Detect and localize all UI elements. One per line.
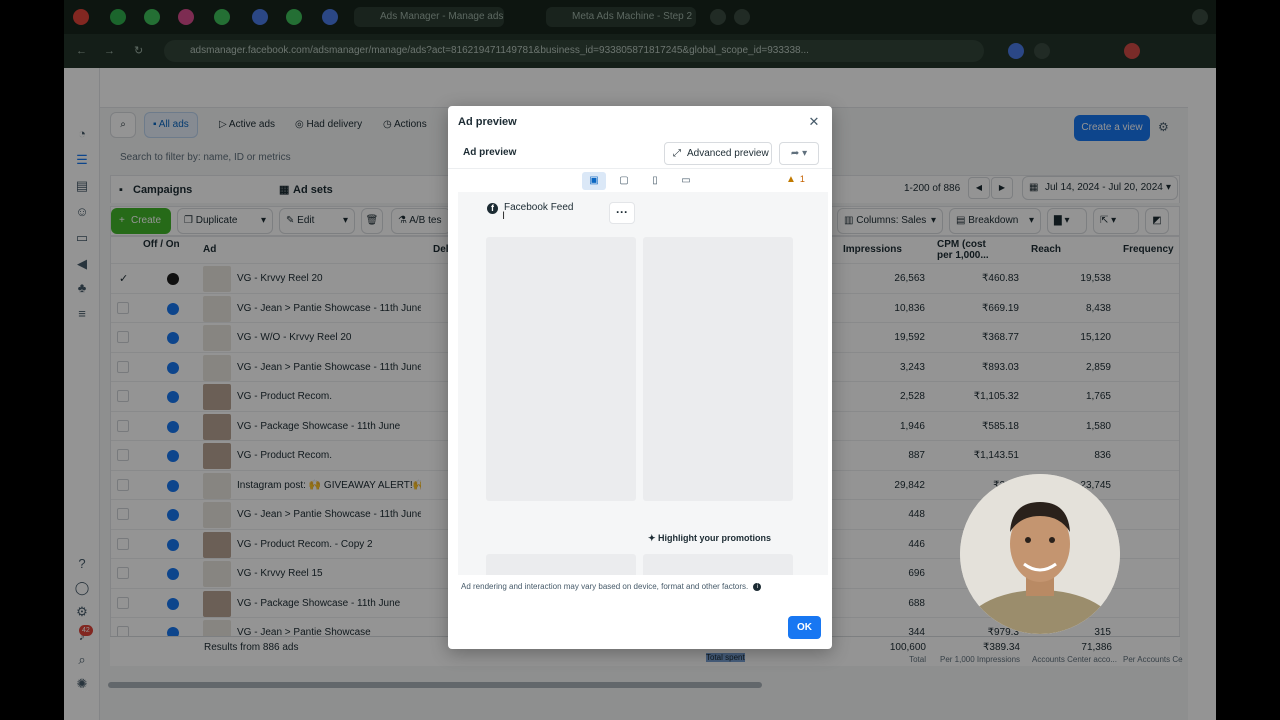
warning-count: 1 <box>799 174 805 184</box>
expand-icon: ⤢ <box>673 148 681 159</box>
all-placements-icon[interactable]: ▣ <box>582 172 606 190</box>
ok-button[interactable]: OK <box>788 616 821 639</box>
more-icon: ··· <box>616 205 628 219</box>
share-button[interactable]: ➦ ▾ <box>779 142 819 165</box>
screen-border <box>1216 0 1280 720</box>
rendering-disclaimer: Ad rendering and interaction may vary ba… <box>461 582 762 591</box>
sparkle-icon: ✦ <box>648 533 659 543</box>
preview-placeholder-right <box>643 237 793 501</box>
modal-title: Ad preview <box>458 116 517 128</box>
ad-preview-modal: Ad preview ✕ Ad preview ⤢ Advanced previe… <box>448 106 832 649</box>
warning-indicator[interactable]: ▲ 1 <box>786 174 805 185</box>
preview-placeholder-right-2 <box>643 554 793 575</box>
facebook-icon: f <box>487 203 498 214</box>
warning-icon: ▲ <box>786 174 796 185</box>
format-selector: ▣ ▢ ▯ ▭ ▲ 1 <box>448 168 832 192</box>
webcam-video <box>960 474 1120 634</box>
highlight-promotions-link[interactable]: ✦ Highlight your promotions <box>648 533 771 544</box>
advanced-preview-button[interactable]: ⤢ Advanced preview <box>664 142 772 165</box>
presenter-figure <box>960 474 1120 634</box>
preview-placeholder-left <box>486 237 636 501</box>
preview-placeholder-left-2 <box>486 554 636 575</box>
highlight-label: Highlight your promotions <box>658 533 772 543</box>
horizontal-format-icon[interactable]: ▭ <box>674 172 698 190</box>
advanced-preview-label: Advanced preview <box>687 148 769 159</box>
text-cursor-icon: I <box>502 210 506 222</box>
modal-subtitle: Ad preview <box>463 147 517 158</box>
info-icon[interactable]: i <box>753 582 762 591</box>
placement-label: Facebook Feed <box>504 202 574 213</box>
square-format-icon[interactable]: ▢ <box>612 172 636 190</box>
close-icon[interactable]: ✕ <box>806 114 822 130</box>
preview-canvas: f Facebook Feed I ··· ✦ Highlight your p… <box>458 192 828 575</box>
screen: Ads Manager - Manage ads Meta Ads Machin… <box>64 0 1216 720</box>
share-icon: ➦ ▾ <box>790 148 808 159</box>
disclaimer-text: Ad rendering and interaction may vary ba… <box>461 582 749 591</box>
vertical-format-icon[interactable]: ▯ <box>643 172 667 190</box>
more-options-button[interactable]: ··· <box>609 202 635 224</box>
